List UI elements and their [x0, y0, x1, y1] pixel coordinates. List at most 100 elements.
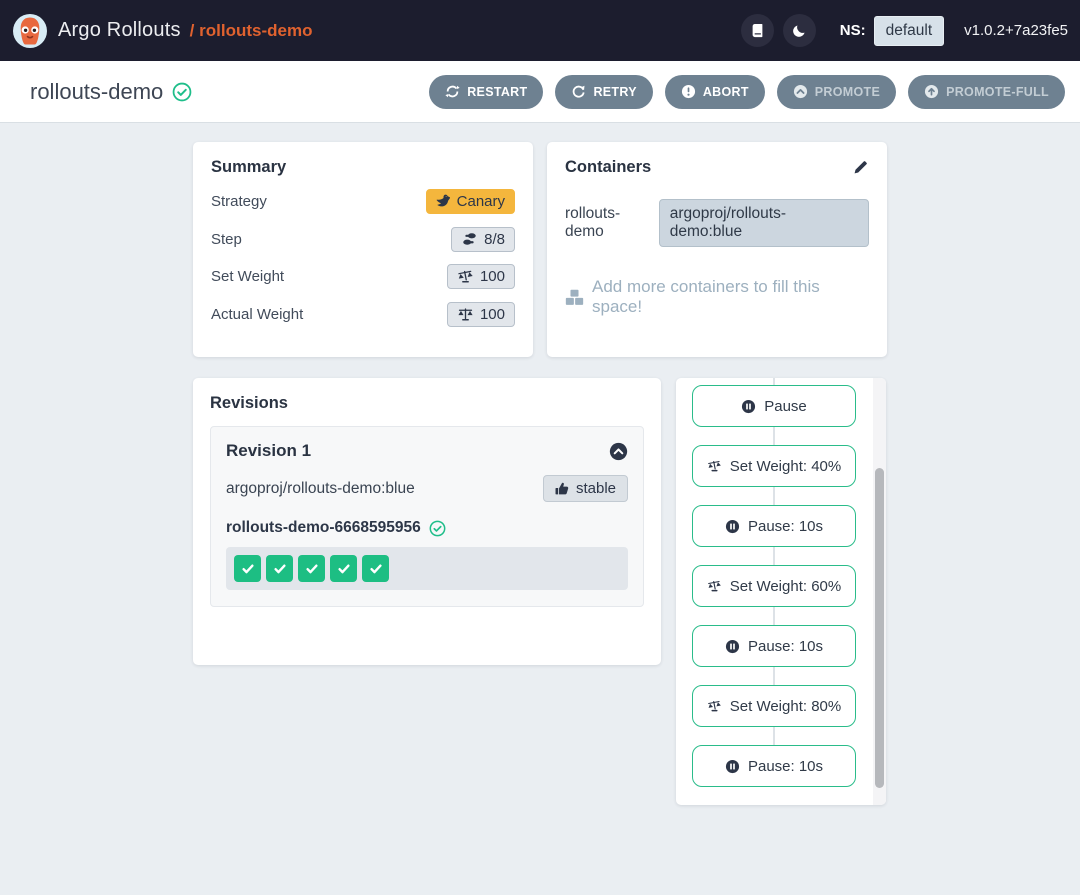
step-set-weight: Set Weight: 60% [692, 565, 856, 607]
button-label: PROMOTE-FULL [946, 84, 1049, 99]
step-pause: Pause: 10s [692, 625, 856, 667]
pause-icon [725, 639, 740, 654]
step-label: Set Weight: 40% [729, 457, 842, 475]
steps-card: Pause Set Weight: 40% Pause: 10s Set Wei… [676, 378, 886, 805]
book-icon [750, 23, 765, 38]
balance-scale-icon [457, 307, 474, 322]
step-label: Set Weight: 60% [729, 577, 842, 595]
pod-status-square [234, 555, 261, 582]
healthy-check-circle-icon [172, 82, 192, 102]
pod-status-square [266, 555, 293, 582]
button-label: RESTART [467, 84, 528, 99]
pod-status-square [330, 555, 357, 582]
revisions-title: Revisions [210, 394, 288, 412]
weight-icon [707, 699, 722, 713]
summary-row-actual-weight: Actual Weight 100 [211, 296, 515, 334]
theme-toggle-button[interactable] [782, 14, 816, 47]
step-label: Set Weight: 80% [729, 697, 842, 715]
step-label: Pause: 10s [747, 637, 824, 655]
step-pause: Pause: 10s [692, 505, 856, 547]
weight-icon [707, 579, 722, 593]
namespace-input[interactable]: default [873, 15, 945, 46]
revision-name: Revision 1 [226, 441, 312, 460]
chevron-circle-up-icon [793, 84, 808, 99]
pod-status-square [298, 555, 325, 582]
steps-scrollbar-track[interactable] [873, 378, 886, 805]
container-name: rollouts-demo [565, 205, 621, 240]
stable-badge-label: stable [575, 480, 616, 497]
edit-pencil-icon[interactable] [853, 159, 869, 175]
pods-strip [226, 547, 628, 590]
step-set-weight: Set Weight: 40% [692, 445, 856, 487]
version-text: v1.0.2+7a23fe5 [964, 22, 1068, 39]
summary-row-step: Step 8/8 [211, 221, 515, 259]
revisions-card: Revisions Revision 1 argoproj/rollouts-d… [193, 378, 661, 665]
row-label: Set Weight [211, 268, 285, 286]
step-label: Pause: 10s [747, 517, 824, 535]
containers-card: Containers rollouts-demo argoproj/rollou… [547, 142, 887, 357]
set-weight-value: 100 [479, 268, 505, 286]
revision-item: Revision 1 argoproj/rollouts-demo:blue s… [210, 426, 644, 607]
step-label: Pause [764, 397, 807, 415]
retry-button[interactable]: RETRY [555, 74, 653, 109]
brand-home-link[interactable]: Argo Rollouts [12, 13, 181, 49]
redo-icon [571, 84, 586, 99]
shoe-prints-icon [461, 232, 478, 246]
steps-list: Pause Set Weight: 40% Pause: 10s Set Wei… [676, 378, 873, 805]
stable-badge: stable [542, 475, 628, 502]
topbar-right: NS: default v1.0.2+7a23fe5 [732, 14, 1070, 47]
step-pause: Pause: 10s [692, 745, 856, 787]
summary-title: Summary [211, 158, 287, 176]
moon-icon [792, 23, 807, 38]
cubes-icon [565, 289, 584, 306]
pod-status-square [362, 555, 389, 582]
argo-mascot-logo-icon [12, 13, 48, 49]
button-label: ABORT [702, 84, 749, 99]
chevron-circle-up-icon [609, 442, 628, 461]
actual-weight-value: 100 [479, 305, 505, 323]
collapse-revision-button[interactable] [609, 442, 628, 461]
pause-icon [725, 759, 740, 774]
rollout-header: rollouts-demo RESTART RETRY ABORT PROMOT… [0, 61, 1080, 123]
strategy-badge: Canary [425, 189, 515, 215]
promote-full-button[interactable]: PROMOTE-FULL [908, 74, 1065, 109]
step-label: Pause: 10s [747, 757, 824, 775]
breadcrumb: / rollouts-demo [189, 20, 313, 40]
add-containers-hint: Add more containers to fill this space! [565, 277, 869, 317]
argo-rollouts-app: Argo Rollouts / rollouts-demo NS: defaul… [0, 0, 1080, 895]
weight-icon [707, 459, 722, 473]
docs-button[interactable] [740, 14, 774, 47]
summary-row-strategy: Strategy Canary [211, 183, 515, 221]
step-badge: 8/8 [451, 226, 515, 252]
revision-image: argoproj/rollouts-demo:blue [226, 479, 415, 497]
button-label: PROMOTE [814, 84, 881, 99]
row-label: Strategy [211, 193, 267, 211]
set-weight-badge: 100 [446, 264, 515, 290]
step-set-weight: Set Weight: 80% [692, 685, 856, 727]
container-image-input[interactable]: argoproj/rollouts-demo:blue [658, 199, 869, 247]
healthy-check-circle-icon [429, 520, 446, 537]
abort-button[interactable]: ABORT [664, 74, 765, 109]
brand-name: Argo Rollouts [58, 19, 181, 41]
sync-icon [445, 84, 460, 99]
steps-scrollbar-thumb[interactable] [875, 468, 884, 788]
rollout-actions: RESTART RETRY ABORT PROMOTE PROMOTE-FULL [429, 74, 1065, 109]
actual-weight-badge: 100 [446, 301, 515, 327]
step-value: 8/8 [484, 230, 505, 248]
hint-text: Add more containers to fill this space! [592, 277, 820, 316]
button-label: RETRY [593, 84, 637, 99]
containers-title: Containers [565, 158, 652, 176]
canary-bird-icon [436, 194, 451, 209]
page-title: rollouts-demo [30, 79, 192, 105]
restart-button[interactable]: RESTART [429, 74, 544, 109]
promote-button[interactable]: PROMOTE [776, 74, 897, 109]
topbar: Argo Rollouts / rollouts-demo NS: defaul… [0, 0, 1080, 61]
namespace-label: NS: [839, 22, 866, 39]
container-row: rollouts-demo argoproj/rollouts-demo:blu… [565, 199, 869, 247]
balance-scale-right-icon [457, 269, 474, 284]
rollout-name: rollouts-demo [30, 78, 164, 104]
row-label: Actual Weight [211, 305, 304, 323]
strategy-value: Canary [456, 193, 505, 211]
thumbs-up-icon [555, 482, 569, 496]
replicaset-name: rollouts-demo-6668595956 [226, 519, 421, 536]
